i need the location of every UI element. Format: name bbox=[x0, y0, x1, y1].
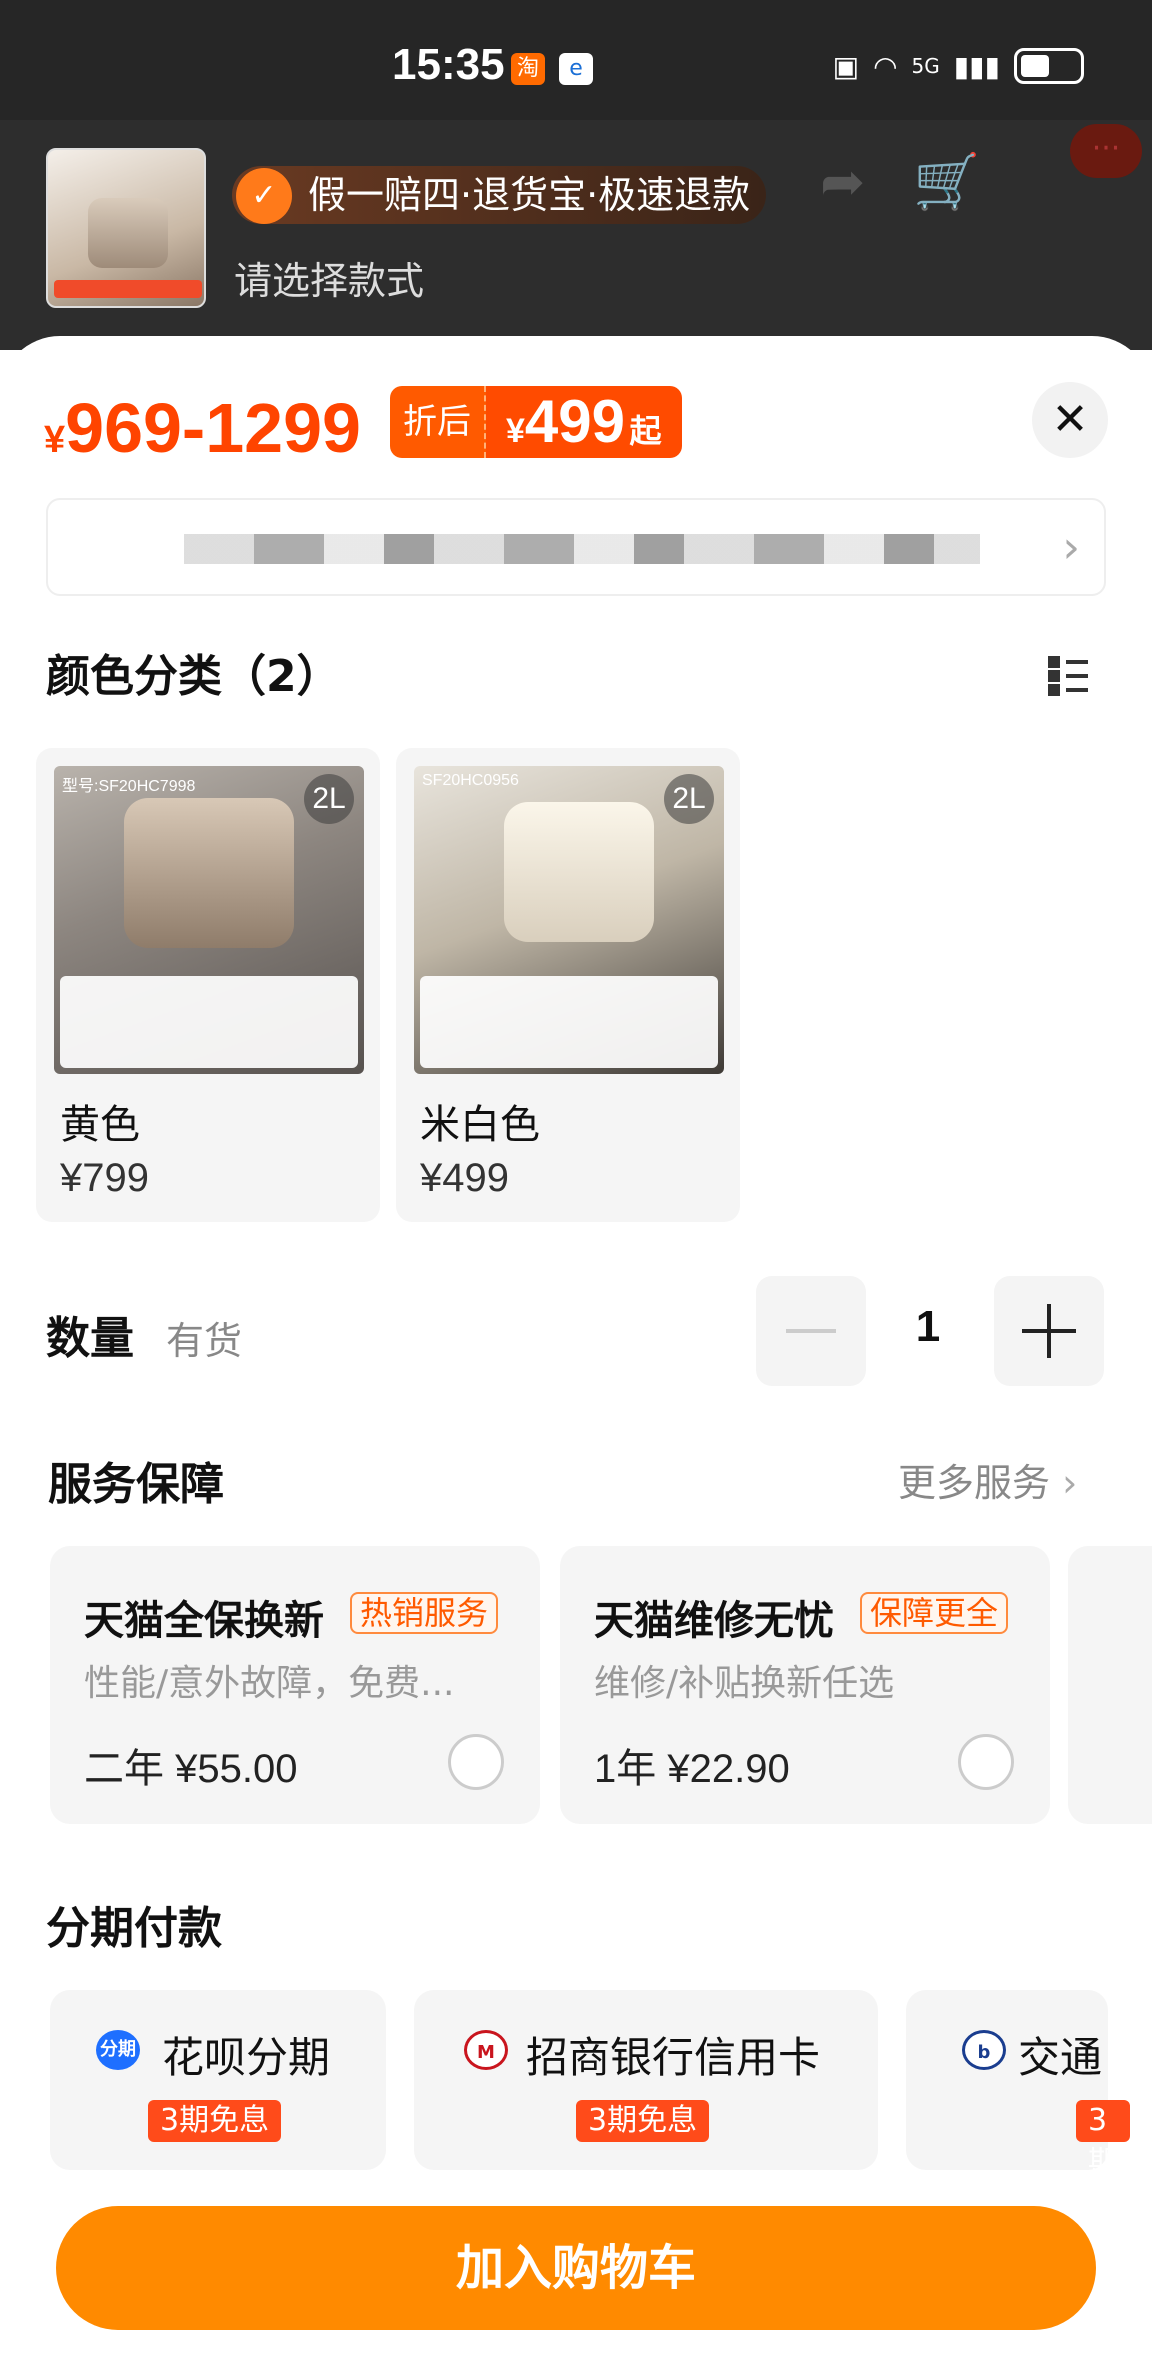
service-card[interactable]: 天猫维修无忧 保障更全 维修/补贴换新任选 1年 ¥22.90 bbox=[560, 1546, 1050, 1824]
more-services-label: 更多服务 bbox=[898, 1461, 1051, 1505]
discounted-price: ¥499 起 bbox=[486, 386, 682, 458]
status-icons: ▣ ◠ 5G ▮▮▮ bbox=[833, 48, 1084, 84]
interest-free-tag: 3期免息 bbox=[148, 2100, 282, 2142]
delivery-address-row[interactable]: › bbox=[46, 498, 1106, 596]
installment-option-cmb[interactable]: M 招商银行信用卡 3期免息 bbox=[414, 1990, 878, 2170]
service-price: 1年 ¥22.90 bbox=[594, 1747, 790, 1791]
status-bar: 15:35 淘 e ▣ ◠ 5G ▮▮▮ bbox=[0, 0, 1152, 120]
increment-button[interactable] bbox=[994, 1276, 1104, 1386]
discounted-value: 499 bbox=[524, 388, 626, 455]
decrement-button[interactable] bbox=[756, 1276, 866, 1386]
more-services-link[interactable]: 更多服务 › bbox=[898, 1452, 1077, 1507]
product-thumbnail[interactable] bbox=[46, 148, 206, 308]
price-range: ¥969-1299 bbox=[44, 388, 361, 468]
service-desc: 维修/补贴换新任选 bbox=[594, 1663, 895, 1704]
close-button[interactable]: ✕ bbox=[1032, 382, 1108, 458]
service-title: 天猫维修无忧 bbox=[594, 1598, 834, 1644]
chevron-right-icon: › bbox=[1062, 522, 1080, 573]
variant-name: 黄色 bbox=[60, 1102, 140, 1148]
rice-cooker-image bbox=[504, 802, 654, 942]
service-tag: 热销服务 bbox=[350, 1592, 499, 1634]
bocom-bank-icon: b bbox=[962, 2030, 1006, 2070]
nfc-icon: ▣ bbox=[832, 49, 860, 83]
minus-icon bbox=[786, 1329, 836, 1333]
accessory-panel bbox=[420, 976, 718, 1068]
interest-free-tag: 3期免息 bbox=[576, 2100, 710, 2142]
service-price: 二年 ¥55.00 bbox=[84, 1747, 298, 1791]
quantity-value[interactable]: 1 bbox=[880, 1302, 976, 1352]
price-range-value: 969-1299 bbox=[65, 389, 361, 467]
variant-image: SF20HC0956 2L bbox=[414, 766, 724, 1074]
interest-free-tag: 3期 bbox=[1076, 2100, 1130, 2180]
variant-price: ¥799 bbox=[60, 1156, 149, 1200]
shield-check-icon: ✓ bbox=[236, 168, 292, 224]
service-title: 天猫全保换新 bbox=[84, 1598, 324, 1644]
service-radio[interactable] bbox=[958, 1734, 1014, 1790]
network-label: 5G bbox=[911, 54, 940, 78]
blurred-address bbox=[184, 534, 980, 564]
variant-model: 型号:SF20HC7998 bbox=[62, 778, 196, 795]
list-view-toggle-icon[interactable] bbox=[1048, 656, 1088, 696]
size-badge: 2L bbox=[304, 774, 354, 824]
select-style-hint: 请选择款式 bbox=[234, 259, 425, 303]
service-card-partial[interactable] bbox=[1068, 1546, 1152, 1824]
signal-icon: ▮▮▮ bbox=[953, 49, 1000, 83]
service-card[interactable]: 天猫全保换新 热销服务 性能/意外故障，免费... 二年 ¥55.00 bbox=[50, 1546, 540, 1824]
variant-card-cream[interactable]: SF20HC0956 2L 米白色 ¥499 bbox=[396, 748, 740, 1222]
chevron-right-icon: › bbox=[1062, 1461, 1078, 1505]
battery-icon bbox=[1014, 48, 1084, 84]
more-icon: ··· bbox=[1070, 124, 1142, 178]
service-desc: 性能/意外故障，免费... bbox=[84, 1663, 455, 1704]
variant-name: 米白色 bbox=[420, 1102, 540, 1148]
taobao-notification-icon: 淘 bbox=[511, 53, 545, 85]
service-section-title: 服务保障 bbox=[48, 1459, 224, 1510]
price-currency: ¥ bbox=[44, 419, 66, 461]
quantity-label: 数量 bbox=[46, 1313, 134, 1364]
status-time: 15:35 bbox=[392, 40, 505, 89]
discounted-currency: ¥ bbox=[506, 412, 525, 450]
accessory-panel bbox=[60, 976, 358, 1068]
color-section-title: 颜色分类（2） bbox=[46, 651, 341, 702]
rice-cooker-image bbox=[124, 798, 294, 948]
rice-cooker-image bbox=[88, 198, 168, 268]
installment-name: 交通 bbox=[1018, 2033, 1103, 2082]
backdrop-toolbar: ➦ 🛒 bbox=[820, 150, 981, 214]
app-notification-icon: e bbox=[559, 53, 593, 85]
plus-icon-stem bbox=[1047, 1304, 1051, 1358]
cart-icon: 🛒 bbox=[913, 150, 981, 213]
add-to-cart-button[interactable]: 加入购物车 bbox=[56, 2206, 1096, 2330]
guarantee-text: 假一赔四·退货宝·极速退款 bbox=[308, 173, 751, 217]
discounted-suffix: 起 bbox=[629, 413, 662, 449]
installment-name: 花呗分期 bbox=[162, 2033, 331, 2082]
wifi-icon: ◠ bbox=[873, 49, 898, 83]
variant-model: SF20HC0956 bbox=[422, 772, 519, 789]
variant-card-yellow[interactable]: 型号:SF20HC7998 2L 黄色 ¥799 bbox=[36, 748, 380, 1222]
size-badge: 2L bbox=[664, 774, 714, 824]
share-icon: ➦ bbox=[820, 150, 866, 213]
installment-name: 招商银行信用卡 bbox=[526, 2033, 821, 2082]
variant-price: ¥499 bbox=[420, 1156, 509, 1200]
service-tag: 保障更全 bbox=[860, 1592, 1009, 1634]
huabei-icon: 分期 bbox=[96, 2030, 140, 2070]
installment-option-huabei[interactable]: 分期 花呗分期 3期免息 bbox=[50, 1990, 386, 2170]
cmb-bank-icon: M bbox=[464, 2030, 508, 2070]
installment-section-title: 分期付款 bbox=[46, 1903, 222, 1954]
discounted-price-badge: 折后 ¥499 起 bbox=[390, 386, 682, 458]
installment-option-bocom[interactable]: b 交通 3期 bbox=[906, 1990, 1130, 2180]
guarantee-banner: ✓ 假一赔四·退货宝·极速退款 bbox=[232, 166, 767, 224]
stock-status: 有货 bbox=[166, 1319, 243, 1363]
thumbnail-promo-tag bbox=[54, 280, 202, 298]
service-radio[interactable] bbox=[448, 1734, 504, 1790]
discount-label: 折后 bbox=[390, 386, 486, 458]
variant-image: 型号:SF20HC7998 2L bbox=[54, 766, 364, 1074]
